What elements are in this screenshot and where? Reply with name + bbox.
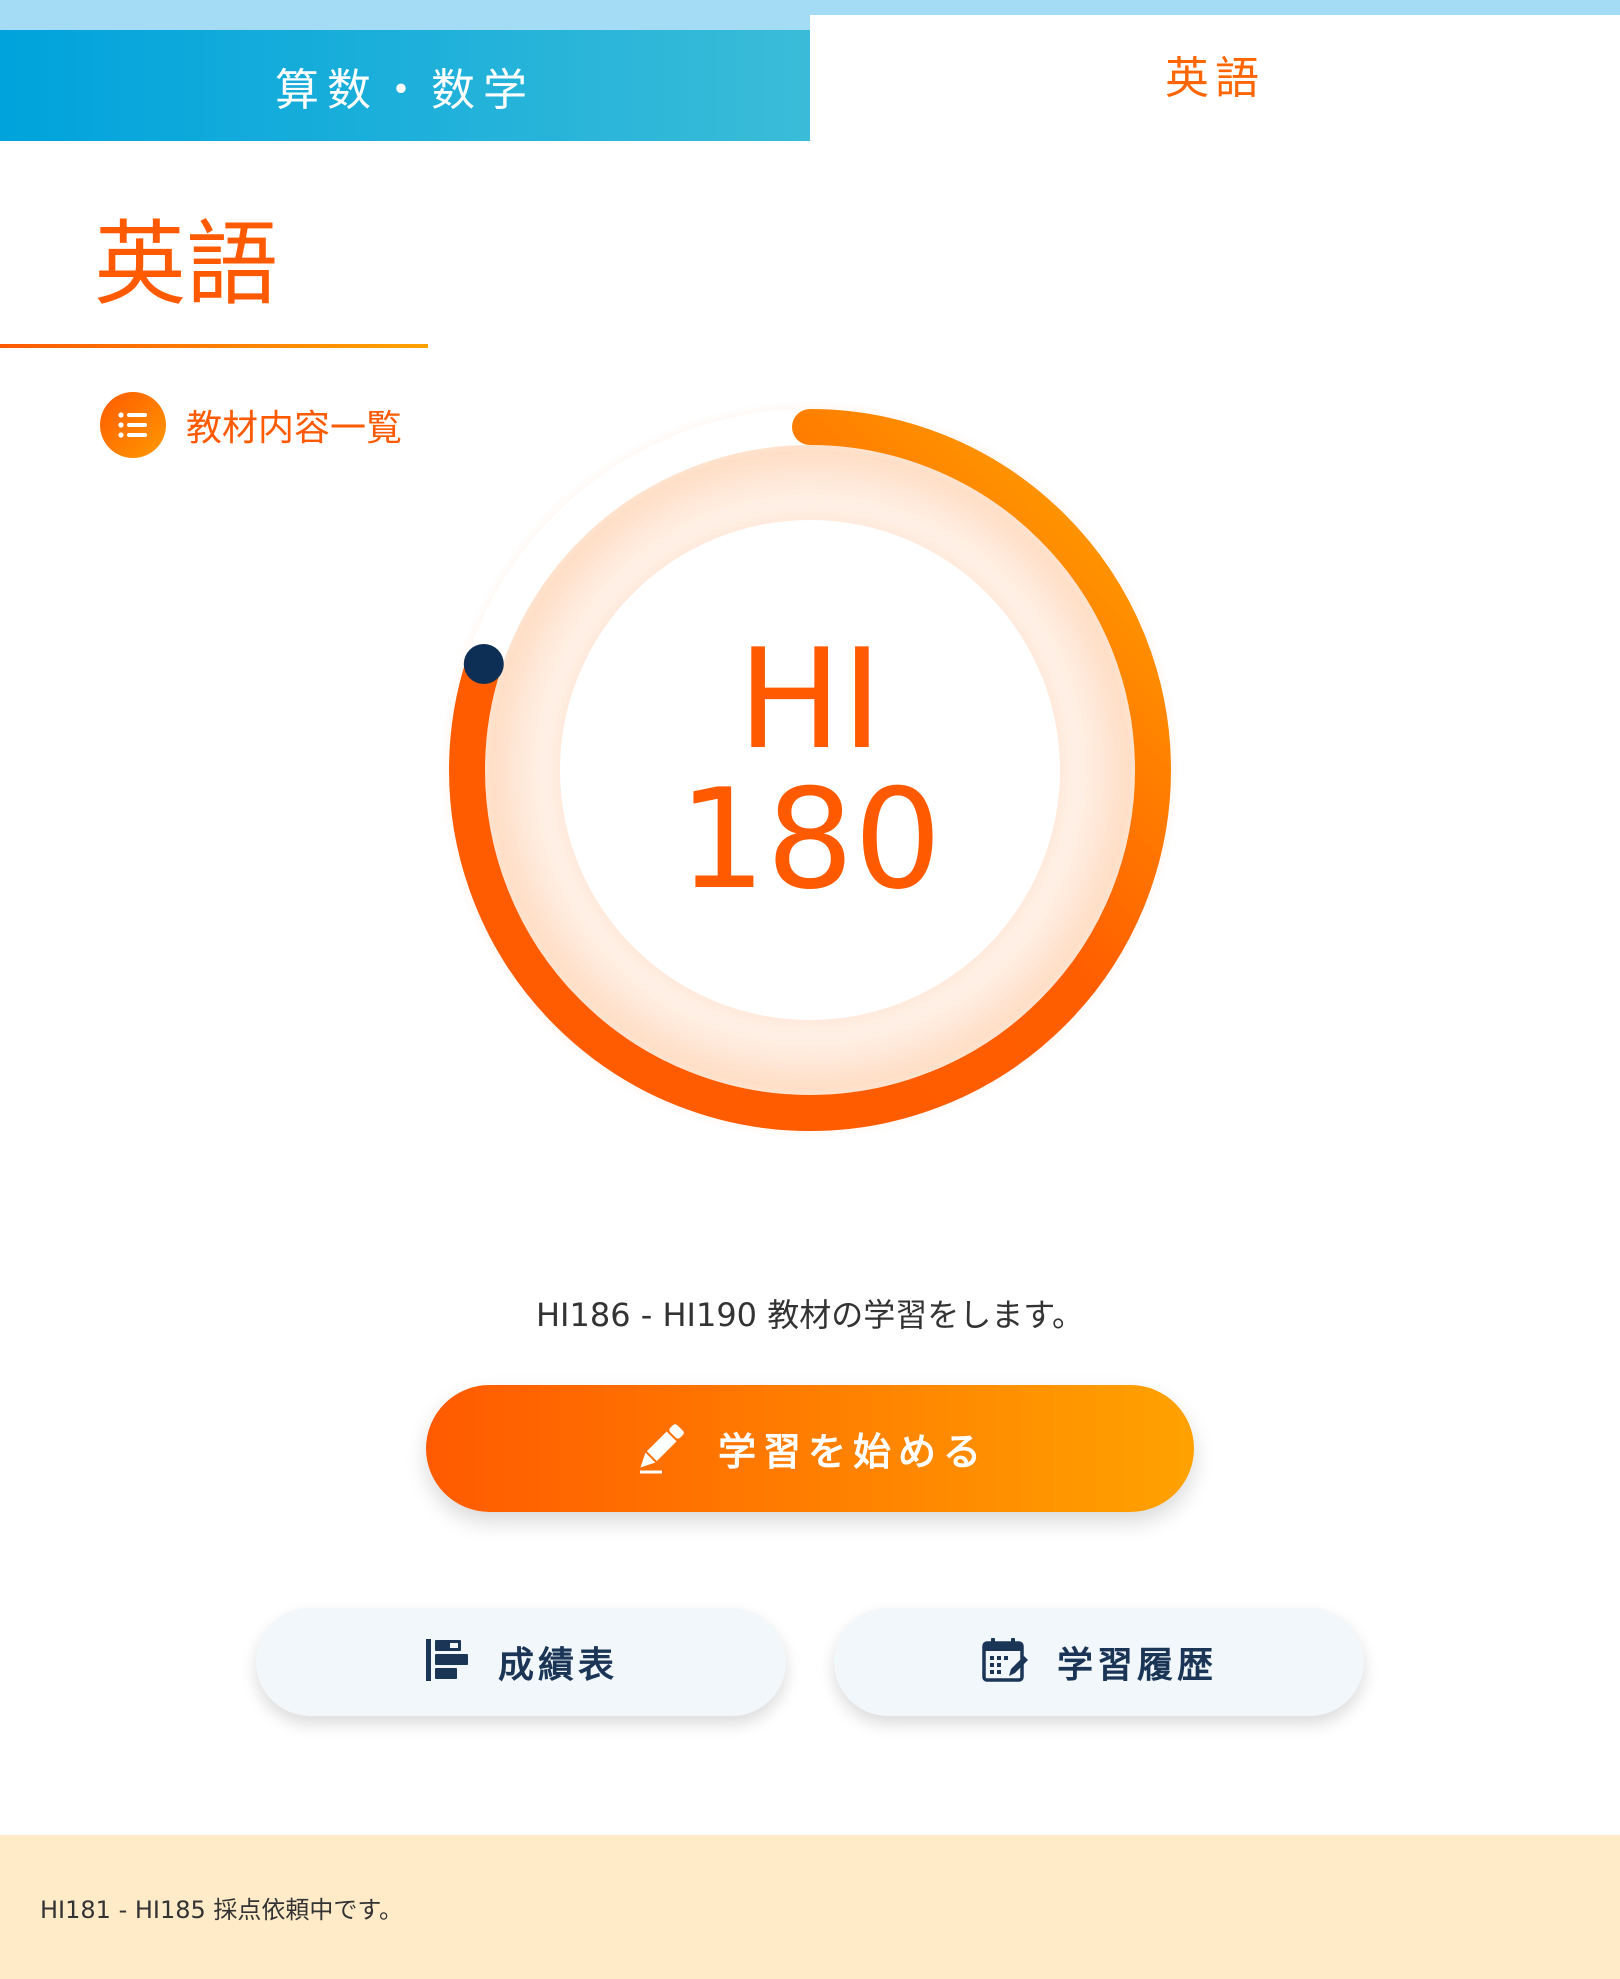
ring-label: HI 180 bbox=[430, 390, 1190, 1150]
history-label: 学習履歴 bbox=[1056, 1645, 1217, 1686]
status-banner-text: HI181 - HI185 採点依頼中です。 bbox=[40, 1895, 404, 1924]
materials-list-link[interactable]: 教材内容一覧 bbox=[100, 392, 402, 458]
tab-math[interactable]: 算数・数学 bbox=[0, 30, 810, 141]
next-study-message: HI186 - HI190 教材の学習をします。 bbox=[535, 1296, 1085, 1334]
pencil-icon bbox=[632, 1418, 690, 1479]
report-icon bbox=[424, 1637, 470, 1687]
grades-label: 成績表 bbox=[497, 1645, 618, 1686]
page-title: 英語 bbox=[94, 211, 279, 318]
level-prefix: HI bbox=[737, 619, 883, 780]
title-underline bbox=[0, 344, 428, 348]
status-banner: HI181 - HI185 採点依頼中です。 bbox=[0, 1835, 1620, 1979]
grades-button[interactable]: 成績表 bbox=[256, 1608, 786, 1716]
list-icon bbox=[100, 392, 166, 458]
start-study-label: 学習を始める bbox=[717, 1432, 988, 1474]
tab-english[interactable]: 英語 bbox=[810, 15, 1620, 141]
calendar-icon bbox=[981, 1636, 1029, 1688]
level-number: 180 bbox=[678, 759, 942, 920]
start-study-button[interactable]: 学習を始める bbox=[426, 1385, 1194, 1512]
progress-ring: HI 180 bbox=[430, 390, 1190, 1150]
materials-list-label: 教材内容一覧 bbox=[186, 408, 403, 449]
history-button[interactable]: 学習履歴 bbox=[834, 1608, 1364, 1716]
